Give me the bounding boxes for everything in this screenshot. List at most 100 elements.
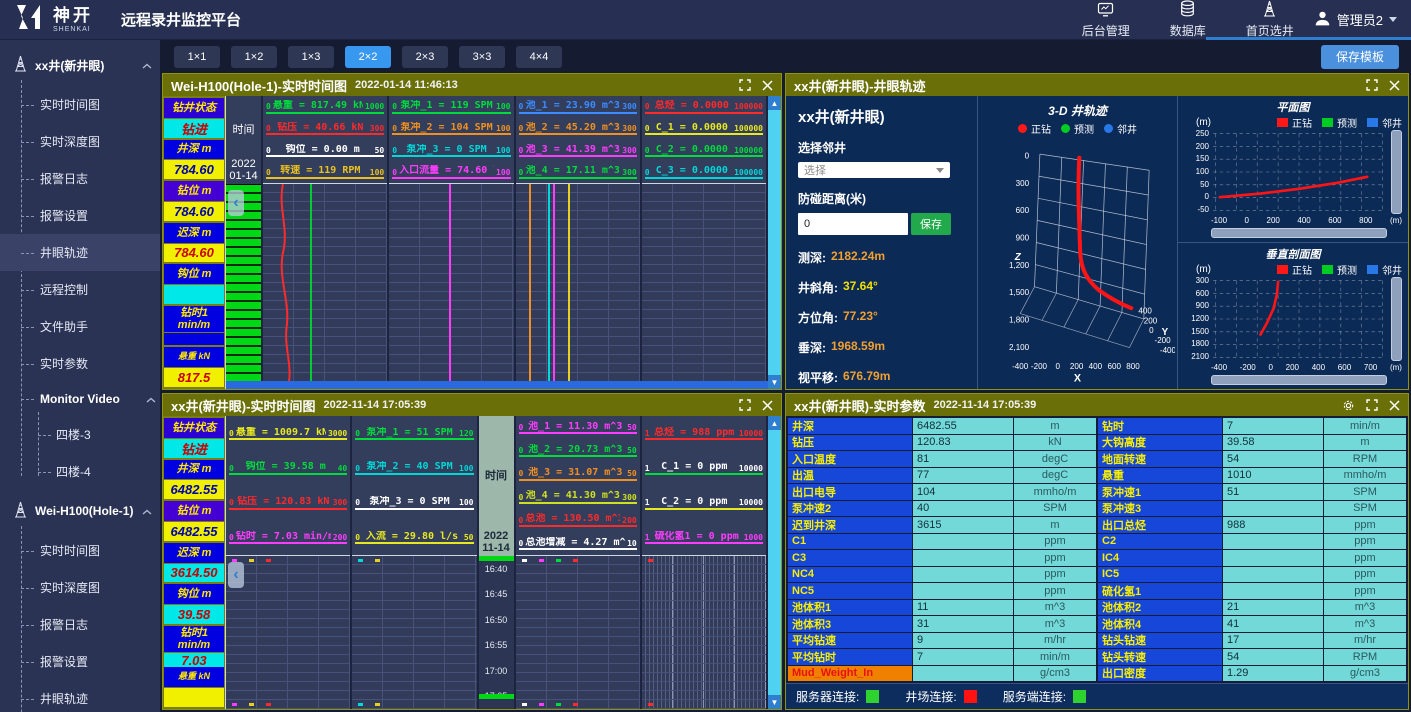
sidebar-item-monitor-video[interactable]: Monitor Video: [0, 382, 160, 416]
save-distance-button[interactable]: 保存: [911, 213, 951, 235]
layout-button-1x1[interactable]: 1×1: [174, 46, 220, 68]
curve-headers: 0悬重 = 1009.7 kN30000钩位 = 39.58 m400钻压 = …: [226, 416, 350, 556]
vertical-scrollbar[interactable]: [1391, 277, 1402, 361]
param-value-cell: 54: [1223, 451, 1323, 467]
vertical-section-title: 垂直剖面图: [1184, 246, 1402, 262]
vertical-section-plot: 垂直剖面图(m)正钻预测邻井3006009001200150018002100-…: [1178, 243, 1408, 389]
user-menu[interactable]: 管理员2: [1314, 10, 1411, 30]
sidebar-item[interactable]: 远程控制: [0, 271, 160, 308]
y-tick: 1500: [1191, 328, 1209, 336]
expand-icon[interactable]: [739, 79, 751, 91]
curve-trace: [568, 184, 570, 381]
scroll-up-button[interactable]: ▲: [768, 96, 781, 110]
expand-icon[interactable]: [739, 399, 751, 411]
vertical-scrollbar[interactable]: [1391, 130, 1402, 214]
scroll-down-button[interactable]: ▼: [768, 695, 781, 709]
param-name-cell: 平均钻速: [788, 633, 912, 649]
svg-text:0: 0: [1149, 326, 1154, 335]
expand-icon[interactable]: [1366, 79, 1378, 91]
curve-header: 0泵冲_1 = 51 SPM120: [355, 427, 473, 441]
layout-button-3x3[interactable]: 3×3: [459, 46, 505, 68]
connection-status-item: 服务器连接:: [796, 688, 879, 705]
layout-button-4x4[interactable]: 4×4: [516, 46, 562, 68]
sidebar-item[interactable]: 实时深度图: [0, 123, 160, 160]
horizontal-scrollbar[interactable]: [1211, 228, 1387, 238]
curve-value: 池_1 = 23.90 m^3: [525, 100, 620, 112]
nav-item-2[interactable]: 数据库: [1170, 0, 1206, 39]
save-template-button[interactable]: 保存模板: [1321, 45, 1399, 69]
layout-button-2x2[interactable]: 2×2: [345, 46, 391, 68]
anticollision-distance-input[interactable]: [798, 213, 908, 235]
curve-max: 50: [627, 446, 637, 455]
settings-gear-icon[interactable]: [1342, 399, 1355, 412]
param-unit-cell: RPM: [1324, 451, 1406, 467]
layout-button-1x3[interactable]: 1×3: [288, 46, 334, 68]
param-label: 悬重 kN: [164, 347, 224, 367]
layout-button-2x3[interactable]: 2×3: [402, 46, 448, 68]
sidebar-item[interactable]: 井眼轨迹: [0, 680, 160, 712]
param-value-cell: [1223, 501, 1323, 517]
scrollbar-track[interactable]: [768, 110, 781, 375]
sidebar-item-video-channel[interactable]: 四楼-3: [0, 416, 160, 453]
sidebar-item-video-channel[interactable]: 四楼-4: [0, 453, 160, 490]
param-value-cell: [1223, 550, 1323, 566]
table-row-half: 泵冲速3SPM: [1098, 501, 1406, 517]
sidebar-well-2[interactable]: Wei-H100(Hole-1): [0, 490, 160, 532]
legend-label: 正钻: [1031, 121, 1051, 136]
horizontal-scrollbar[interactable]: [226, 381, 768, 389]
table-row-half: 井深6482.55m: [788, 418, 1096, 434]
nav-item-3[interactable]: 首页选井: [1246, 0, 1294, 39]
close-icon[interactable]: [1389, 400, 1400, 411]
vertical-scrollbar[interactable]: ▲▼: [768, 96, 781, 389]
expand-icon[interactable]: [1366, 399, 1378, 411]
collapse-params-button[interactable]: ‹: [228, 190, 244, 216]
vertical-section-canvas: [1211, 277, 1387, 361]
vertical-scrollbar[interactable]: ▲▼: [768, 416, 781, 709]
param-name-cell: 钻头钻速: [1098, 633, 1222, 649]
scroll-up-button[interactable]: ▲: [768, 416, 781, 430]
collapse-params-button[interactable]: ‹: [228, 562, 244, 588]
scroll-down-button[interactable]: ▼: [768, 375, 781, 389]
param-pair: 悬重 kN: [164, 667, 224, 707]
curve-max: 40: [338, 464, 348, 473]
legend-swatch: [1322, 118, 1333, 127]
trajectory-sections: 平面图(m)正钻预测邻井250200150100500-50-100020040…: [1178, 96, 1408, 389]
time-date: 11-14: [482, 542, 510, 554]
y-tick: 100: [1196, 168, 1209, 176]
chart-track-column: 0悬重 = 817.49 kN10000钻压 = 40.66 kN3000钩位 …: [263, 96, 389, 381]
sidebar-item[interactable]: 报警设置: [0, 197, 160, 234]
curve-value: C_2 = 0.0000: [652, 144, 733, 156]
neighbor-select[interactable]: 选择: [798, 162, 950, 178]
close-icon[interactable]: [1389, 80, 1400, 91]
layout-button-1x2[interactable]: 1×2: [231, 46, 277, 68]
legend-swatch: [1367, 265, 1378, 274]
sidebar-item[interactable]: 井眼轨迹: [0, 234, 160, 271]
sidebar-item[interactable]: 报警日志: [0, 160, 160, 197]
curve-header: 0池_3 = 31.07 m^350: [519, 467, 637, 481]
status-label: 服务端连接:: [1003, 688, 1066, 705]
curve-header: 0C_3 = 0.0000100000: [645, 165, 763, 179]
close-icon[interactable]: [762, 80, 773, 91]
legend-item: 邻井: [1367, 262, 1402, 277]
horizontal-scrollbar[interactable]: [1211, 375, 1387, 385]
close-icon[interactable]: [762, 400, 773, 411]
svg-text:X: X: [1074, 373, 1082, 385]
scrollbar-track[interactable]: [768, 430, 781, 695]
param-value: 钻进: [164, 119, 224, 138]
sidebar-item[interactable]: 文件助手: [0, 308, 160, 345]
sidebar-item[interactable]: 实时时间图: [0, 86, 160, 123]
sidebar-item[interactable]: 实时时间图: [0, 532, 160, 569]
table-row-half: 池体积331m^3: [788, 616, 1096, 632]
sidebar-item[interactable]: 报警日志: [0, 606, 160, 643]
nav-item-1[interactable]: 后台管理: [1082, 2, 1130, 39]
sidebar-item[interactable]: 报警设置: [0, 643, 160, 680]
legend-item: 正钻: [1277, 115, 1312, 130]
curve-max: 10000: [739, 498, 763, 507]
sidebar-item[interactable]: 实时深度图: [0, 569, 160, 606]
sidebar-item[interactable]: 实时参数: [0, 345, 160, 382]
svg-text:0: 0: [1056, 362, 1061, 371]
sidebar-well-1[interactable]: xx井(新井眼): [0, 44, 160, 86]
derrick-icon: [13, 55, 28, 75]
param-value-cell: [913, 567, 1013, 583]
curve-min: 0: [645, 146, 650, 155]
